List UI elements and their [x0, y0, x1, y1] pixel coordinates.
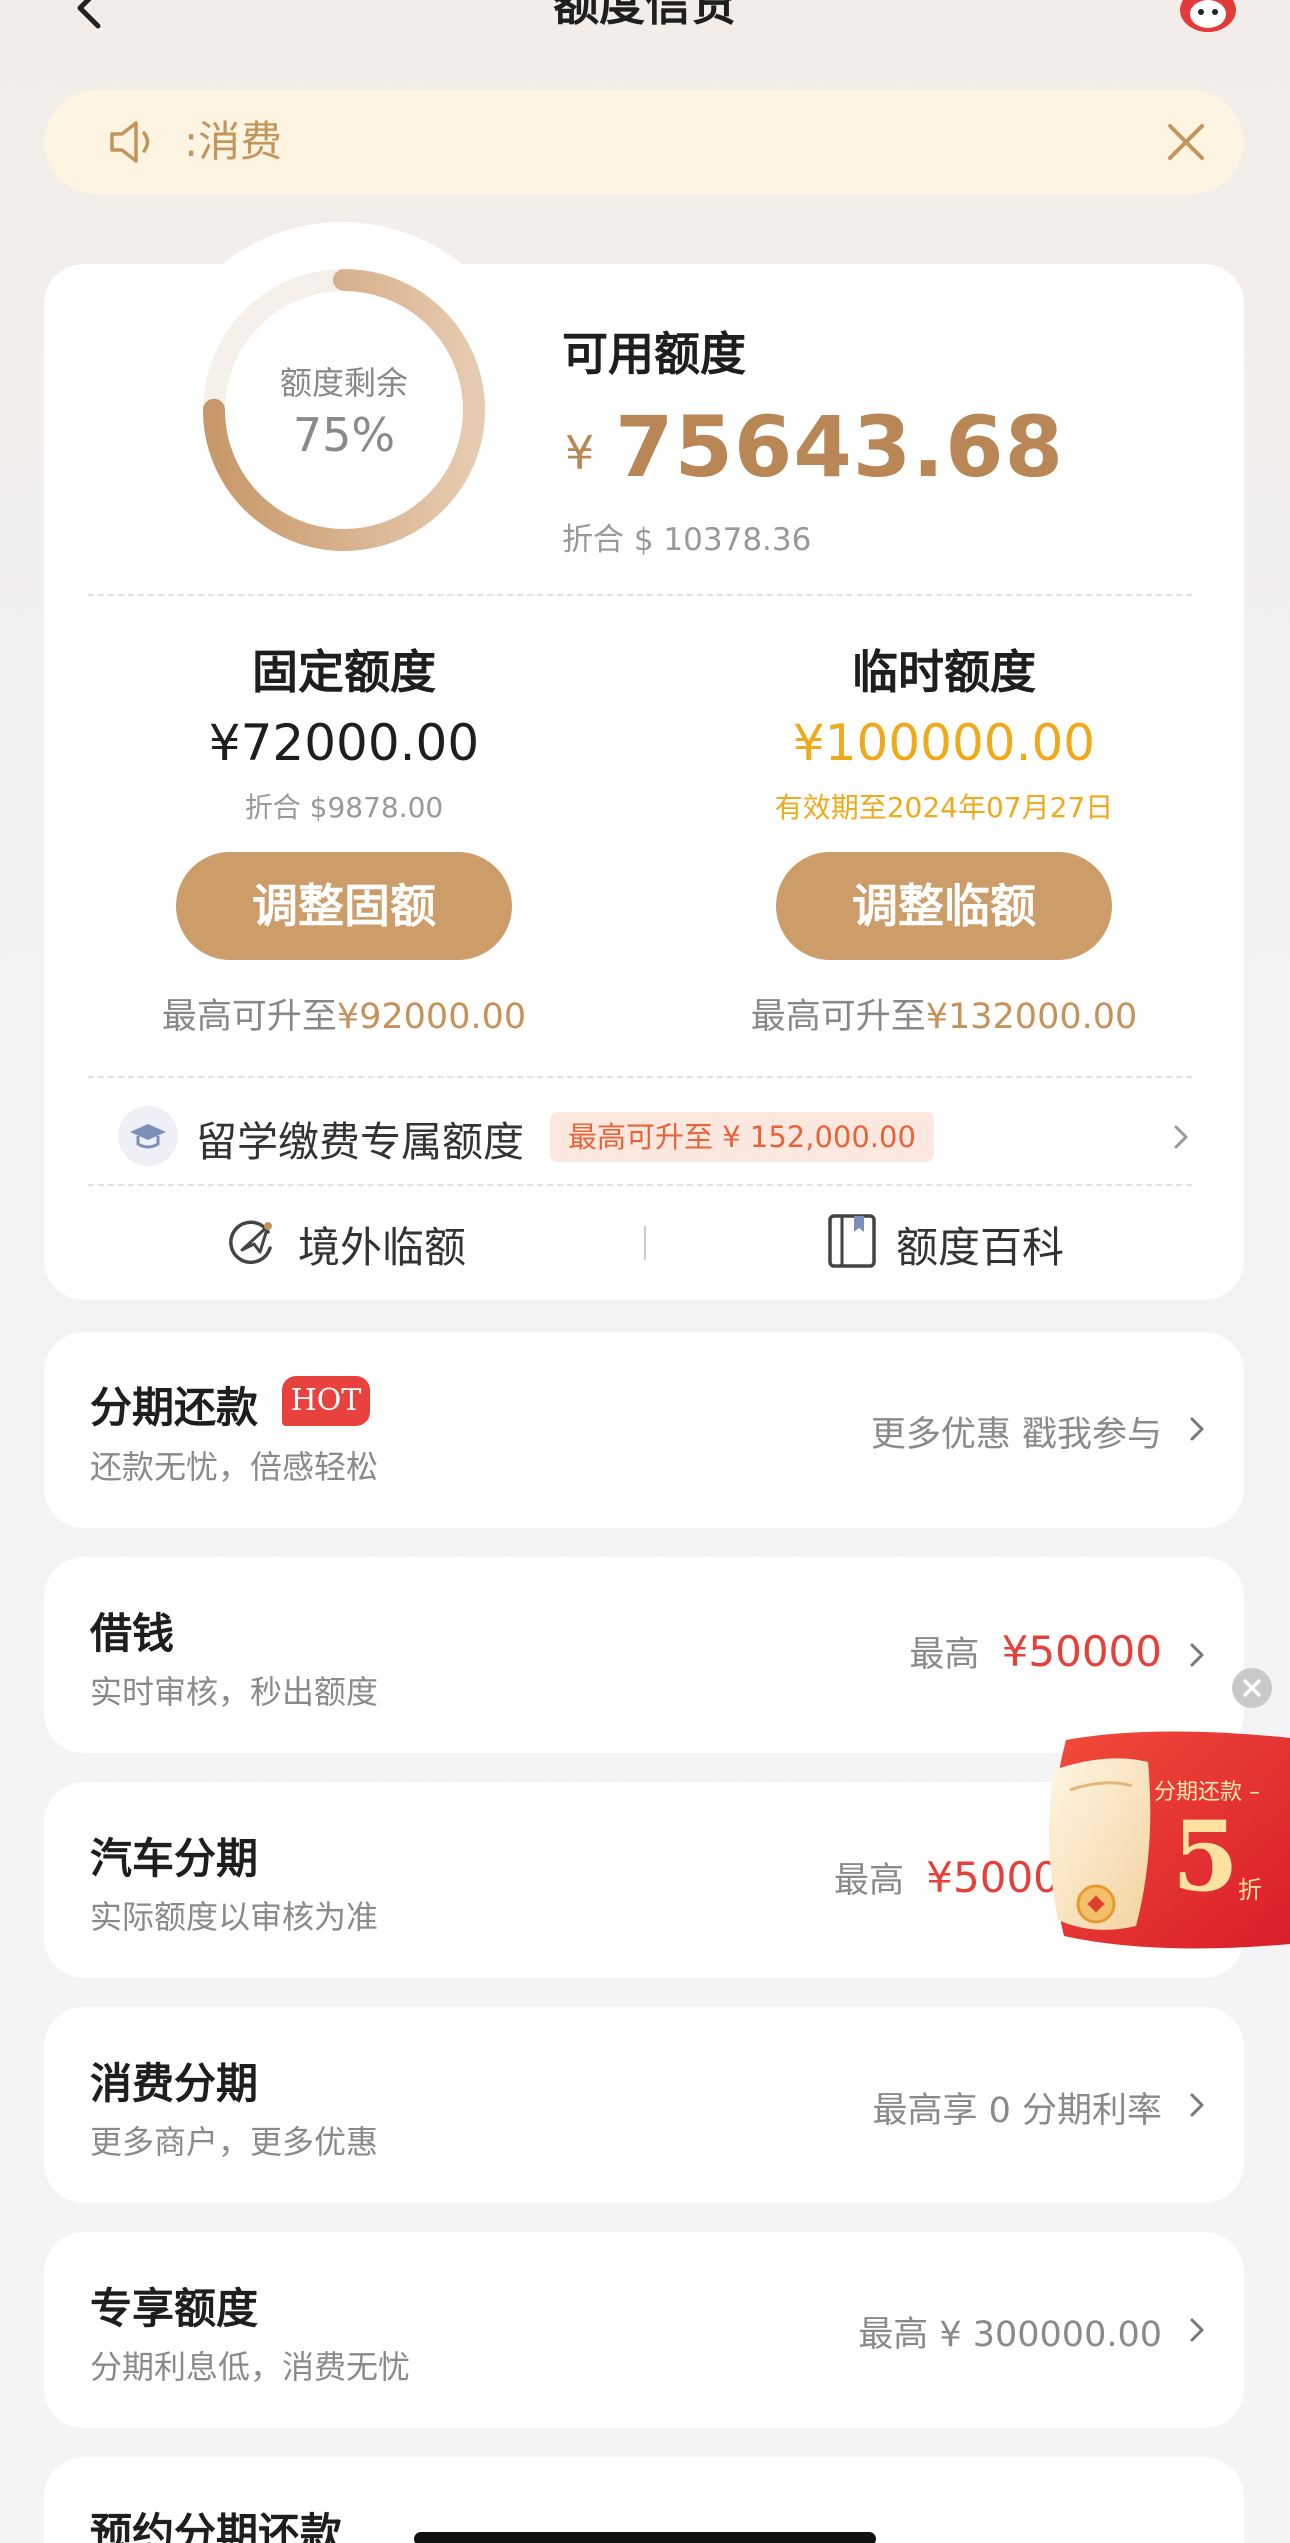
- speaker-icon: [110, 121, 150, 163]
- service-right-text: 最高享 0 分期利率: [872, 2091, 1162, 2131]
- chevron-right-icon[interactable]: [1182, 2090, 1212, 2120]
- overseas-plane-icon[interactable]: [224, 1214, 280, 1270]
- service-title: 消费分期: [90, 2059, 259, 2108]
- study-quota-label[interactable]: 留学缴费专属额度: [196, 1108, 524, 1168]
- graduation-cap-icon: [118, 1106, 178, 1166]
- home-indicator: [414, 2532, 876, 2543]
- fixed-quota-amount: ¥72000.00: [208, 714, 480, 772]
- fixed-quota-title: 固定额度: [252, 645, 436, 699]
- service-subtitle: 更多商户，更多优惠: [90, 2123, 379, 2161]
- study-quota-badge: 最高可升至 ¥ 152,000.00: [550, 1112, 934, 1162]
- service-title: 预约分期还款: [90, 2509, 343, 2543]
- fixed-max-prefix: 最高可升至: [161, 997, 337, 1037]
- service-title: 借钱: [90, 1609, 175, 1658]
- service-subtitle: 实时审核，秒出额度: [90, 1673, 379, 1711]
- promo-discount-unit: 折: [1238, 1876, 1262, 1904]
- promo-close-button[interactable]: [1232, 1668, 1272, 1708]
- chevron-right-icon[interactable]: [1182, 1414, 1212, 1444]
- right-prefix: 最高: [834, 1861, 905, 1901]
- chevron-right-icon[interactable]: [1182, 1640, 1212, 1670]
- installment-promo-image[interactable]: [1036, 1730, 1290, 1952]
- service-right-text: 更多优惠 戳我参与: [870, 1415, 1162, 1455]
- promo-discount-number: 5: [1172, 1800, 1239, 1913]
- temp-quota-validity: 有效期至2024年07月27日: [774, 791, 1114, 824]
- temp-quota-amount: ¥100000.00: [792, 714, 1096, 772]
- notice-bar[interactable]: :消费: [44, 90, 1244, 194]
- temp-max-value: ¥132000.00: [925, 997, 1138, 1037]
- page-title: 额度信贷: [553, 0, 737, 31]
- divider: [88, 1184, 1192, 1186]
- service-title: 分期还款: [90, 1383, 259, 1432]
- book-icon[interactable]: [826, 1212, 880, 1270]
- remaining-label: 额度剩余: [279, 364, 408, 402]
- service-subtitle: 还款无忧，倍感轻松: [90, 1448, 379, 1486]
- service-title: 汽车分期: [90, 1834, 259, 1883]
- vertical-separator: [644, 1226, 646, 1260]
- divider: [88, 594, 1192, 596]
- service-title: 专享额度: [90, 2284, 259, 2333]
- service-subtitle: 实际额度以审核为准: [90, 1898, 379, 1936]
- right-value: ¥50000: [1001, 1627, 1162, 1676]
- currency-symbol: ¥: [565, 426, 595, 480]
- right-prefix: 最高: [909, 1635, 980, 1675]
- available-converted: 折合 $ 10378.36: [562, 522, 812, 558]
- remaining-percent: 75%: [292, 408, 396, 462]
- temp-quota-title: 临时额度: [852, 645, 1036, 699]
- service-right-text: 最高 ¥ 300000.00: [858, 2315, 1162, 2355]
- available-title: 可用额度: [562, 327, 746, 381]
- chevron-right-icon[interactable]: [1182, 2315, 1212, 2345]
- fixed-quota-converted: 折合 $9878.00: [244, 791, 444, 824]
- quota-wiki-link[interactable]: 额度百科: [896, 1214, 1064, 1275]
- mascot-icon[interactable]: [1175, 0, 1241, 32]
- temp-max-prefix: 最高可升至: [750, 997, 926, 1037]
- divider: [88, 1076, 1192, 1078]
- fixed-max: 最高可升至¥92000.00: [44, 988, 644, 1039]
- service-right-text: 最高 ¥50000: [909, 1626, 1162, 1677]
- fixed-max-value: ¥92000.00: [336, 997, 527, 1037]
- service-right-text: 最高 ¥5000: [834, 1852, 1060, 1903]
- close-icon[interactable]: [1162, 118, 1210, 166]
- hot-badge: HOT: [282, 1376, 370, 1426]
- service-subtitle: 分期利息低，消费无忧: [90, 2348, 411, 2386]
- chevron-right-icon[interactable]: [1166, 1122, 1196, 1152]
- adjust-fixed-button[interactable]: 调整固额: [176, 852, 512, 960]
- overseas-temp-quota-link[interactable]: 境外临额: [298, 1214, 466, 1275]
- temp-max: 最高可升至¥132000.00: [644, 988, 1244, 1039]
- adjust-temp-button[interactable]: 调整临额: [776, 852, 1112, 960]
- available-amount: 75643.68: [615, 398, 1065, 496]
- notice-text: :消费: [184, 117, 283, 166]
